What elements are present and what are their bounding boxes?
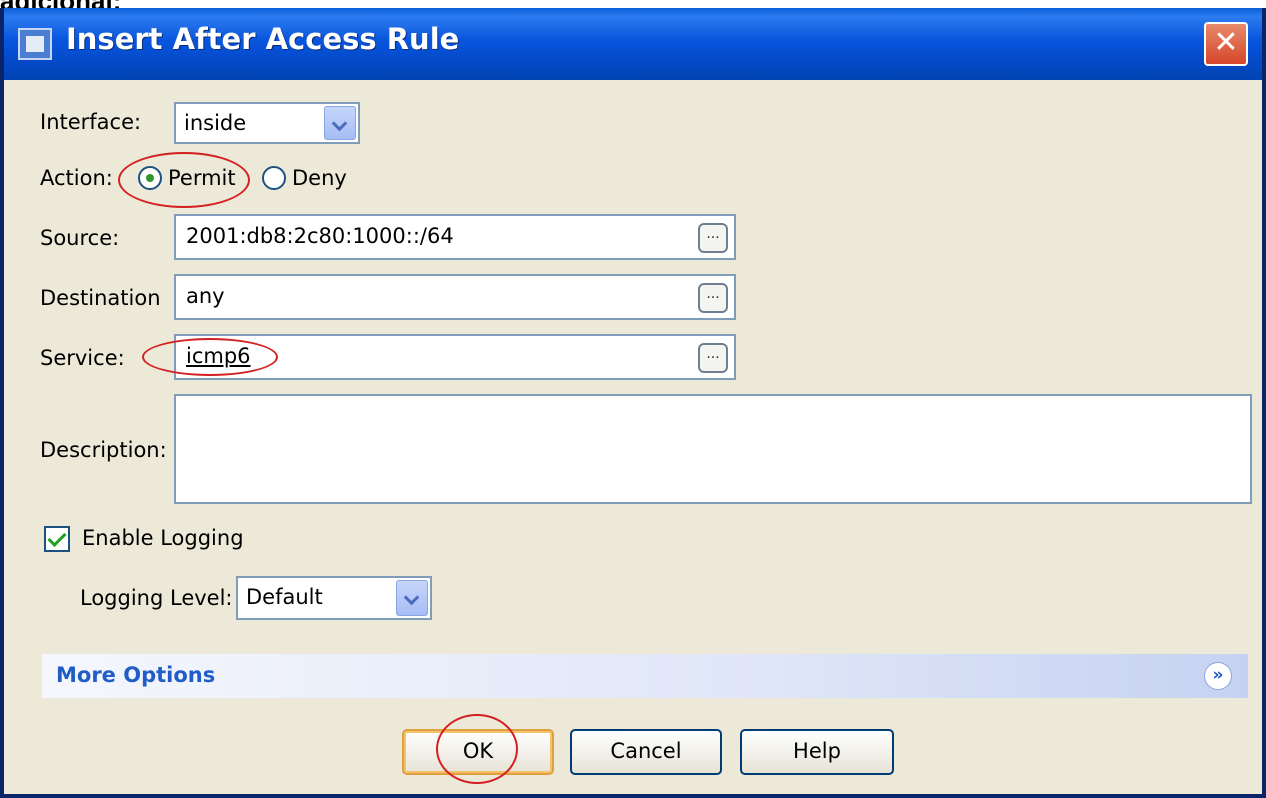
ok-button[interactable]: OK [402, 729, 554, 775]
source-label: Source: [40, 226, 120, 250]
service-browse-button[interactable]: ... [698, 343, 728, 373]
service-field[interactable]: icmp6 [174, 334, 736, 380]
expand-icon[interactable]: » [1204, 662, 1232, 690]
cancel-label: Cancel [610, 739, 682, 763]
permit-radio[interactable] [138, 166, 162, 190]
service-label: Service: [40, 346, 125, 370]
description-label: Description: [40, 438, 167, 462]
enable-logging-checkbox[interactable] [44, 526, 70, 552]
destination-value: any [186, 284, 225, 308]
logging-level-select[interactable]: Default [236, 576, 432, 620]
permit-label[interactable]: Permit [168, 166, 236, 190]
title-bar[interactable]: Insert After Access Rule ✕ [4, 8, 1262, 80]
logging-level-value: Default [246, 585, 323, 609]
deny-radio[interactable] [262, 166, 286, 190]
logging-level-label: Logging Level: [80, 586, 233, 610]
interface-select[interactable]: inside [174, 102, 360, 144]
expand-icon-glyph: » [1212, 665, 1224, 685]
cancel-button[interactable]: Cancel [570, 729, 722, 775]
interface-label: Interface: [40, 110, 142, 134]
help-button[interactable]: Help [740, 729, 894, 775]
ellipsis-icon: ... [706, 226, 720, 242]
more-options-label[interactable]: More Options [56, 663, 215, 687]
source-value: 2001:db8:2c80:1000::/64 [186, 224, 454, 248]
ok-label: OK [462, 739, 494, 763]
close-button[interactable]: ✕ [1204, 22, 1248, 66]
action-label: Action: [40, 166, 113, 190]
ellipsis-icon: ... [706, 286, 720, 302]
ellipsis-icon: ... [706, 346, 720, 362]
destination-label: Destination [40, 286, 161, 310]
description-textarea[interactable] [174, 394, 1252, 504]
chevron-down-icon[interactable] [396, 580, 428, 616]
dialog-title: Insert After Access Rule [66, 22, 460, 56]
close-icon: ✕ [1213, 25, 1239, 60]
destination-browse-button[interactable]: ... [698, 283, 728, 313]
interface-value: inside [184, 111, 247, 135]
enable-logging-label[interactable]: Enable Logging [82, 526, 244, 550]
source-field[interactable]: 2001:db8:2c80:1000::/64 [174, 214, 736, 260]
dialog-app-icon [18, 28, 52, 60]
service-value: icmp6 [186, 344, 251, 368]
destination-field[interactable]: any [174, 274, 736, 320]
source-browse-button[interactable]: ... [698, 223, 728, 253]
deny-label[interactable]: Deny [292, 166, 347, 190]
insert-access-rule-dialog: Insert After Access Rule ✕ Interface: in… [0, 8, 1266, 798]
chevron-down-icon[interactable] [324, 106, 356, 140]
more-options-bar[interactable]: More Options » [42, 654, 1248, 698]
help-label: Help [793, 739, 841, 763]
